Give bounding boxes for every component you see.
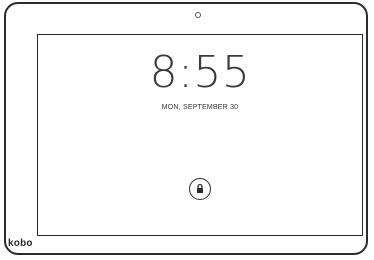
clock-time: 8:55: [149, 47, 251, 98]
lock-screen: 8:55 MON, SEPTEMBER 30: [37, 34, 363, 236]
clock-date: MON, SEPTEMBER 30: [161, 104, 239, 111]
ereader-device: 8:55 MON, SEPTEMBER 30: [4, 2, 368, 255]
unlock-button[interactable]: [189, 178, 211, 200]
front-camera-dot: [195, 12, 201, 18]
kobo-logo: kobo: [8, 238, 33, 249]
lock-icon: [197, 183, 203, 193]
